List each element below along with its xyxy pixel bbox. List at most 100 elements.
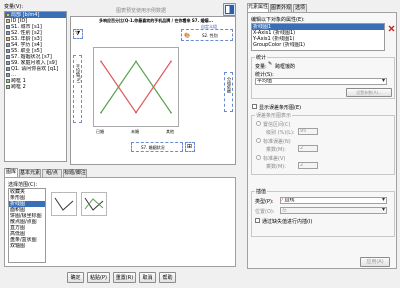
statistic-label: 统计(S): bbox=[255, 72, 274, 78]
color-icon: 🎨 bbox=[184, 33, 191, 39]
properties-tab[interactable]: 图表外观 bbox=[270, 4, 292, 12]
variable-label: 变量: bbox=[255, 64, 267, 70]
sd-radio[interactable] bbox=[256, 155, 261, 160]
multiple-line-icon bbox=[84, 197, 104, 211]
element-properties-toggle-button[interactable] bbox=[223, 3, 236, 16]
x-axis-extra-drop-zone[interactable]: ⊞ bbox=[185, 142, 195, 152]
ok-button[interactable]: 确定 bbox=[67, 272, 84, 283]
color-drop-zone[interactable]: 🎨 S2. 性别 bbox=[181, 29, 233, 41]
gallery-tab[interactable]: 图库 bbox=[4, 168, 18, 177]
statistic-select[interactable]: 平均值 bbox=[255, 78, 387, 85]
scale-variable-icon bbox=[6, 19, 10, 23]
series-point bbox=[135, 111, 137, 114]
x-tick-label: 其他 bbox=[166, 129, 174, 134]
set-variable-icon: ✎ bbox=[268, 61, 273, 67]
cross-missing-checkbox[interactable] bbox=[255, 218, 260, 223]
interpolation-group: 插值 类型(P): ⁄ 直线 位置(O): 左 通过缺失值进行内插(I) bbox=[251, 188, 395, 237]
series-point bbox=[100, 111, 102, 114]
statistics-group: 统计 变量: ✎ 跨框饿酌 统计(S): 平均值 设置参数(A)... bbox=[251, 54, 395, 99]
paste-button[interactable]: 粘贴(P) bbox=[87, 272, 110, 283]
apply-button[interactable]: 应用(A) bbox=[360, 257, 390, 267]
variable-item-label: 跨框 2 bbox=[11, 84, 26, 90]
side-drop-zone[interactable]: 分组依据 bbox=[224, 72, 233, 112]
chart-type-icon: ⊞ bbox=[187, 143, 193, 150]
gallery-tab[interactable]: 基本元素 bbox=[19, 169, 41, 177]
chart-type-item[interactable]: 双轴图 bbox=[9, 243, 45, 249]
cancel-button[interactable]: 取消 bbox=[139, 272, 156, 283]
properties-tab[interactable]: 选项 bbox=[293, 4, 307, 12]
edit-properties-label: 编辑以下对象的属性(E): bbox=[251, 17, 305, 23]
gallery-panel: 选择范围(C): 收藏夹 条形图 折线图 面积图 饼图/极坐标图 散点图/点图 直方图 高低图… bbox=[4, 177, 236, 267]
y-axis-drop-label: 平均值(%) bbox=[76, 64, 81, 83]
x-tick-label: 未婚 bbox=[131, 129, 139, 134]
variable-item[interactable]: 跨框 2 bbox=[5, 84, 66, 90]
se-label: 标准误差(N) bbox=[263, 139, 291, 145]
interp-type-value: 直线 bbox=[284, 197, 295, 203]
sd-multiplier-input[interactable]: 2 bbox=[298, 162, 318, 169]
series-point bbox=[100, 60, 102, 63]
statistics-group-title: 统计 bbox=[255, 54, 268, 61]
reset-button[interactable]: 重置(R) bbox=[113, 272, 136, 283]
ci-radio[interactable] bbox=[256, 121, 261, 126]
properties-panel: 编辑以下对象的属性(E): 折线图1 X-Axis1 (折线图1) Y-Axis1 … bbox=[247, 12, 397, 269]
choose-from-label: 选择范围(C): bbox=[8, 182, 38, 188]
gallery-thumb-simple-line[interactable] bbox=[51, 192, 77, 216]
show-error-bars-checkbox[interactable] bbox=[252, 104, 257, 109]
variable-item-label: Q1. 请问你喜欢 [q1] bbox=[11, 66, 59, 72]
sd-multiplier-label: 乘数(M): bbox=[266, 164, 286, 170]
ci-level-label: 级别 (%)(L): bbox=[266, 130, 295, 136]
chart-canvas[interactable]: 多响应百分比(Q-1.你最喜欢的手机品牌 / 在你看来 S7. 婚姻... 🎨 … bbox=[70, 16, 236, 165]
nominal-variable-icon bbox=[6, 61, 10, 65]
help-button[interactable]: 帮助 bbox=[159, 272, 176, 283]
delete-x-icon bbox=[388, 25, 395, 32]
side-drop-label: 分组依据 bbox=[227, 77, 232, 93]
plot-area bbox=[93, 47, 179, 127]
error-bars-group: 误差条形图表示 置信区间(C) 级别 (%)(L): 95 标准误差(N) 乘数… bbox=[251, 112, 395, 175]
variable-value: 跨框饿酌 bbox=[275, 64, 296, 70]
panel-icon bbox=[225, 5, 234, 14]
chart-type-list[interactable]: 收藏夹 条形图 折线图 面积图 饼图/极坐标图 散点图/点图 直方图 高低图 盘条/盒状图 双轴图 bbox=[8, 188, 46, 263]
interpolation-group-title: 插值 bbox=[255, 188, 268, 195]
filter-drop-zone[interactable]: ⧩ bbox=[73, 29, 83, 39]
se-multiplier-label: 乘数(M): bbox=[266, 147, 286, 153]
gallery-tab[interactable]: 组/点 ID bbox=[42, 169, 62, 183]
set-variable-icon bbox=[6, 79, 10, 83]
x-axis-drop-zone[interactable]: S7. 婚姻状况 bbox=[131, 142, 183, 152]
variables-list[interactable]: 局部 [b/m4] ID [ID] S1. 城市 [s1] S2. 性别 [s2] S3… bbox=[4, 11, 67, 162]
se-radio[interactable] bbox=[256, 138, 261, 143]
edit-object-item[interactable]: GroupColor (折线图1) bbox=[252, 42, 384, 48]
interp-type-select[interactable]: ⁄ 直线 bbox=[280, 197, 387, 204]
interp-position-select[interactable]: 左 bbox=[280, 207, 387, 214]
y-axis-drop-zone[interactable]: 平均值(%) bbox=[73, 55, 82, 123]
properties-tab[interactable]: 元素属性 bbox=[247, 3, 269, 12]
cross-missing-label: 通过缺失值进行内插(I) bbox=[262, 219, 313, 225]
preview-hint: 图表预览使用示例数据 bbox=[116, 8, 167, 14]
edit-objects-list[interactable]: 折线图1 X-Axis1 (折线图1) Y-Axis1 (折线图1) GroupCol… bbox=[251, 23, 385, 51]
show-error-bars-label: 显示误差条形图(E) bbox=[259, 105, 302, 111]
interp-position-label: 位置(O): bbox=[255, 209, 275, 215]
simple-line-icon bbox=[54, 197, 74, 211]
gallery-tab[interactable]: 标题/脚注 bbox=[63, 169, 87, 177]
set-parameters-button[interactable]: 设置参数(A)... bbox=[346, 88, 392, 97]
interp-type-label: 类型(P): bbox=[255, 199, 274, 205]
delete-object-button[interactable] bbox=[388, 25, 395, 32]
sd-label: 标准差(V) bbox=[263, 156, 286, 162]
color-drop-label: S2. 性别 bbox=[202, 33, 218, 38]
ci-level-input[interactable]: 95 bbox=[298, 128, 318, 135]
x-tick-label: 已婚 bbox=[96, 129, 104, 134]
scale-variable-icon bbox=[6, 37, 10, 41]
series-point bbox=[135, 60, 137, 63]
series-point bbox=[170, 111, 172, 114]
nominal-variable-icon bbox=[6, 31, 10, 35]
nominal-variable-icon bbox=[6, 67, 10, 71]
error-bars-group-title: 误差条形图表示 bbox=[255, 112, 293, 119]
filter-icon: ⧩ bbox=[75, 30, 81, 37]
ci-label: 置信区间(C) bbox=[263, 122, 291, 128]
se-multiplier-input[interactable]: 2 bbox=[298, 145, 318, 152]
gallery-thumb-multi-line[interactable] bbox=[81, 192, 107, 216]
series-point bbox=[170, 60, 172, 63]
scale-variable-icon bbox=[6, 13, 10, 17]
nominal-variable-icon bbox=[6, 55, 10, 59]
variables-label: 变量(V): bbox=[4, 4, 24, 10]
nominal-variable-icon bbox=[6, 25, 10, 29]
